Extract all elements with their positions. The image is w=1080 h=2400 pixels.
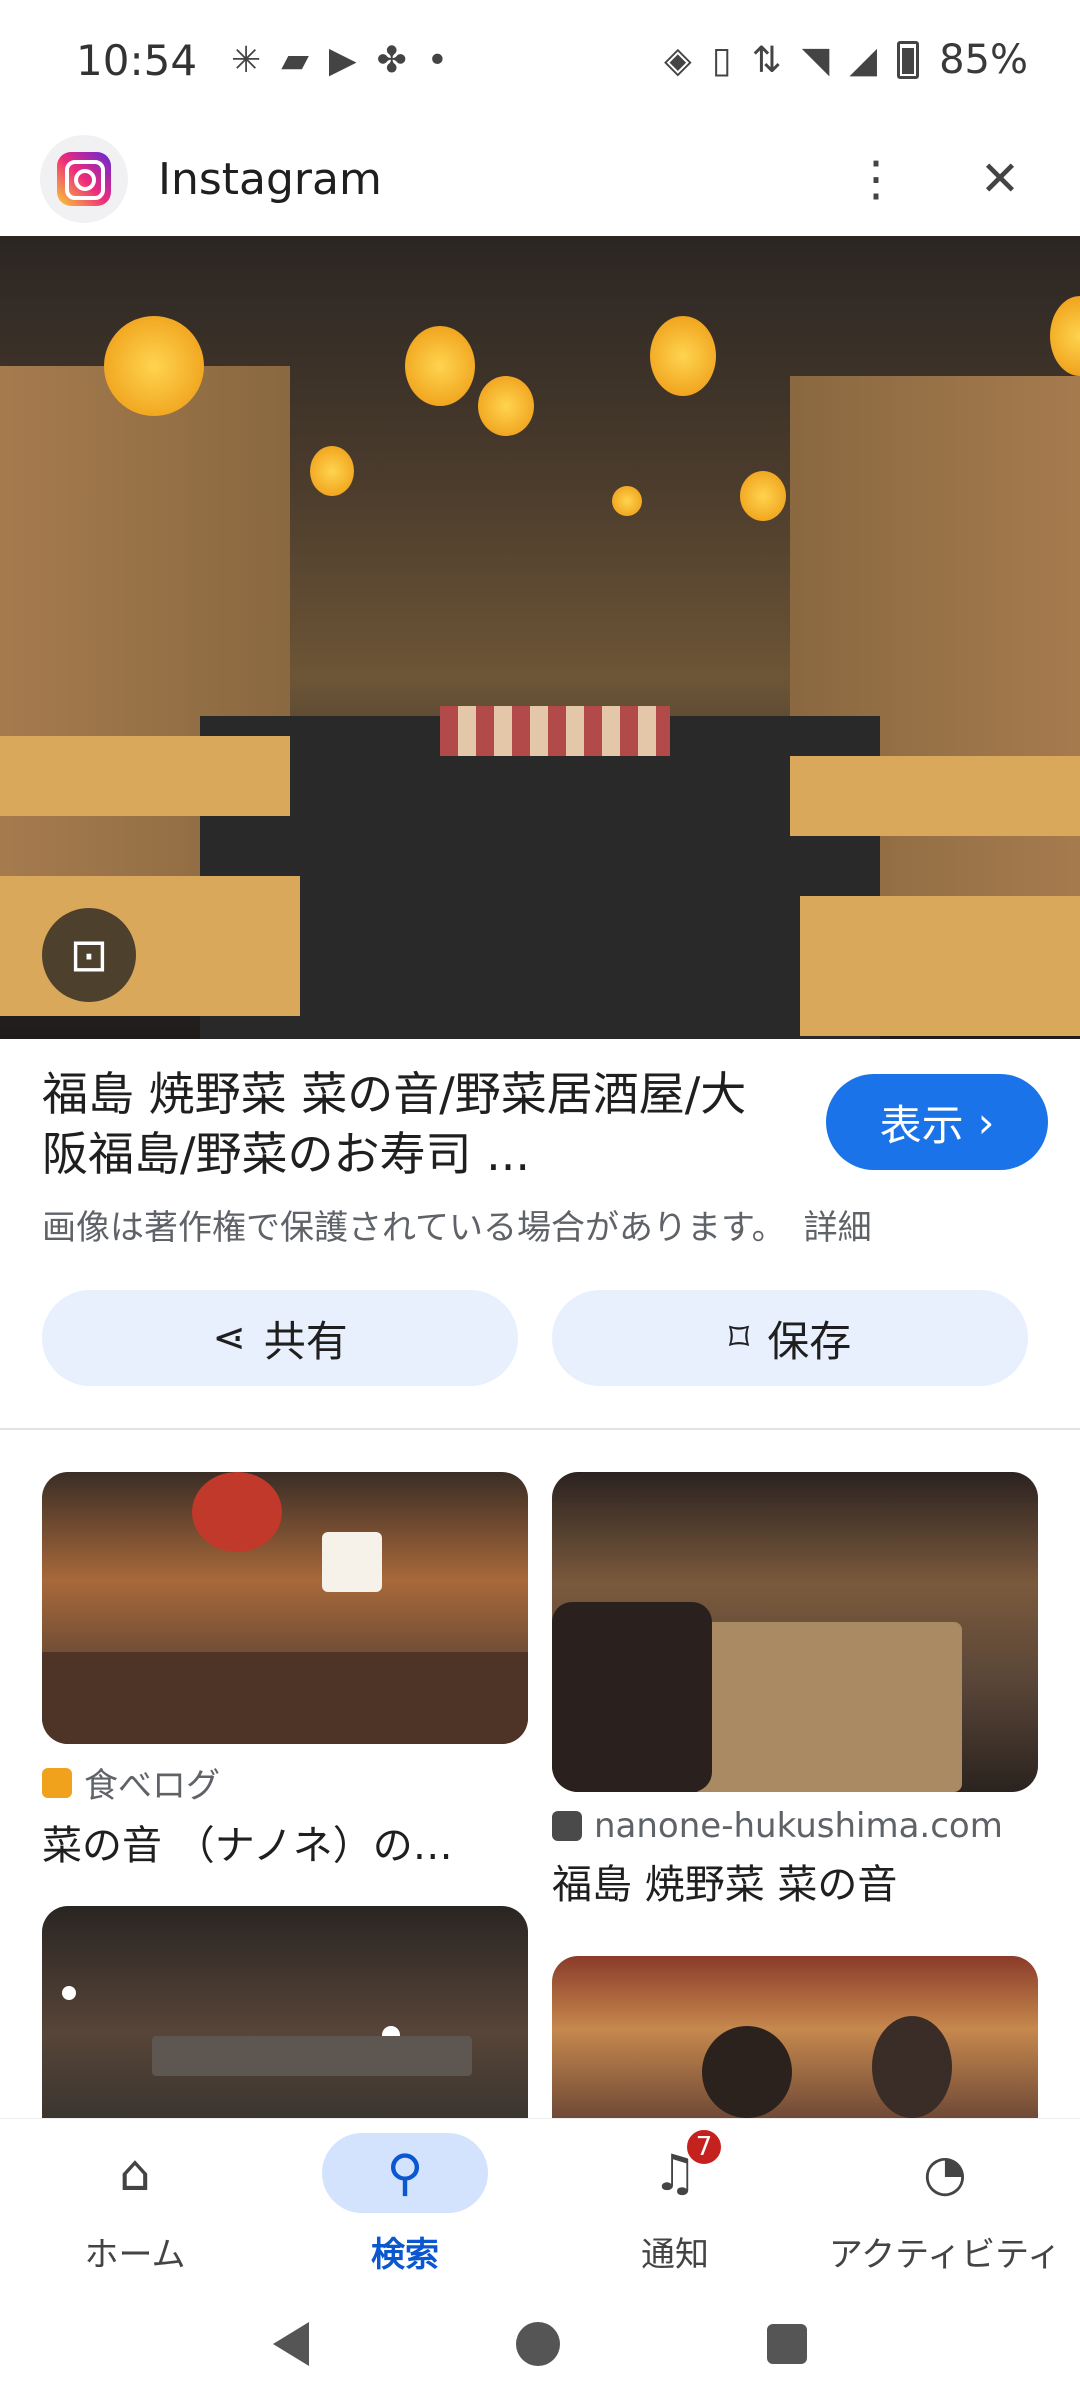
result-title-row: 福島 焼野菜 菜の音/野菜居酒屋/大阪福島/野菜のお寿司 ... 表示 › [42,1064,1048,1184]
close-icon[interactable]: ✕ [960,139,1040,219]
image-sign [322,1532,382,1592]
image-crowd [42,1652,528,1744]
chevron-right-icon: › [977,1097,995,1147]
app-notification-icon: ▰ [281,39,309,81]
status-right: ◈ ▯ ⇅ ◥ ◢ 85% [664,37,1028,83]
image-floor [200,716,880,1039]
back-icon[interactable] [273,2322,310,2366]
site-favicon-icon [552,1811,582,1841]
youtube-icon: ▶ [328,39,357,81]
related-title[interactable]: 菜の音 （ナノネ）の… [42,1813,528,1871]
nav-pill-active: ⚲ [322,2133,488,2213]
nav-notifications[interactable]: ♫ 7 通知 [540,2119,810,2288]
data-arrows-icon: ⇅ [751,39,782,81]
copyright-notice: 画像は著作権で保護されている場合があります。 詳細 [42,1200,872,1249]
home-icon: ⌂ [119,2144,151,2202]
image-bench [800,896,1080,1036]
status-time: 10:54 [76,35,198,85]
image-lantern [612,486,642,516]
image-person [872,2016,952,2118]
header-title: Instagram [158,153,382,205]
related-thumbnail[interactable] [42,1906,528,2118]
image-lantern [740,471,786,521]
image-table [692,1622,962,1792]
nav-search[interactable]: ⚲ 検索 [270,2119,540,2288]
vibrate-icon: ▯ [711,39,732,81]
related-card[interactable] [42,1906,528,2118]
image-person [702,2026,792,2118]
pinwheel-icon: ✳ [231,39,262,81]
nfc-icon: ◈ [664,39,692,81]
copyright-text: 画像は著作権で保護されている場合があります。 [42,1208,786,1248]
home-button-icon[interactable] [515,2322,560,2366]
clover-icon: ✤ [376,39,407,81]
share-button[interactable]: ⋖ 共有 [42,1290,518,1386]
battery-level: 85% [939,37,1028,83]
notification-badge: 7 [684,2127,724,2167]
related-title[interactable]: 福島 焼野菜 菜の音 [552,1852,1038,1910]
share-icon: ⋖ [212,1315,246,1361]
nav-home[interactable]: ⌂ ホーム [0,2119,270,2288]
page: 10:54 ✳ ▰ ▶ ✤ • ◈ ▯ ⇅ ◥ ◢ 85% Instagram … [0,0,1080,2400]
image-light [62,1986,76,2000]
details-link[interactable]: 詳細 [804,1208,872,1248]
activity-history-icon: ◔ [923,2144,967,2202]
related-source-name: 食べログ [84,1766,220,1806]
recents-icon[interactable] [766,2324,807,2364]
nav-label-activity: アクティビティ [828,2235,1062,2275]
divider [0,1428,1080,1430]
related-thumbnail[interactable] [552,1956,1038,2118]
result-title[interactable]: 福島 焼野菜 菜の音/野菜居酒屋/大阪福島/野菜のお寿司 ... [42,1064,782,1184]
instagram-logo-icon [40,135,128,223]
tabelog-icon [42,1767,72,1798]
related-thumbnail[interactable] [42,1472,528,1744]
visit-button[interactable]: 表示 › [826,1074,1048,1170]
lens-search-icon[interactable]: ⊡ [42,908,136,1002]
nav-label-home: ホーム [84,2235,186,2275]
result-image[interactable] [0,236,1080,1039]
save-button-label: 保存 [767,1316,852,1366]
battery-icon [897,41,920,79]
nav-pill: ⌂ [52,2133,218,2213]
nav-label-notifications: 通知 [641,2235,709,2275]
related-source: nanone-hukushima.com [552,1806,1038,1846]
image-bench [0,736,290,816]
nav-activity[interactable]: ◔ アクティビティ [810,2119,1080,2288]
related-card[interactable]: 食べログ 菜の音 （ナノネ）の… [42,1472,528,1871]
image-lantern [650,316,716,396]
related-thumbnail[interactable] [552,1472,1038,1792]
status-bar: 10:54 ✳ ▰ ▶ ✤ • ◈ ▯ ⇅ ◥ ◢ 85% [0,0,1080,120]
status-left: 10:54 ✳ ▰ ▶ ✤ • [76,36,448,85]
image-sign [152,2036,472,2076]
image-lantern [104,316,204,416]
related-source: 食べログ [42,1758,528,1807]
image-person [552,1602,712,1792]
signal-icon: ◢ [849,39,878,81]
nav-label-search: 検索 [371,2235,439,2275]
related-card[interactable]: nanone-hukushima.com 福島 焼野菜 菜の音 [552,1472,1038,1910]
bookmark-icon: ⌑ [728,1315,750,1361]
app-header: Instagram ⋮ ✕ [0,120,1080,238]
nav-pill: ♫ 7 [592,2127,758,2213]
related-source-name: nanone-hukushima.com [594,1806,1003,1846]
bottom-navigation: ⌂ ホーム ⚲ 検索 ♫ 7 通知 ◔ アクティビティ [0,2118,1080,2288]
image-lantern [405,326,475,406]
image-lantern [1050,296,1080,376]
save-button[interactable]: ⌑ 保存 [552,1290,1028,1386]
system-navigation [0,2288,1080,2400]
related-card[interactable] [552,1956,1038,2118]
share-button-label: 共有 [263,1316,348,1366]
image-lantern [192,1472,282,1552]
image-bench [790,756,1080,836]
image-lantern [478,376,534,436]
image-table [440,706,670,756]
more-vert-icon[interactable]: ⋮ [836,139,916,219]
visit-button-label: 表示 [879,1100,964,1150]
dot-icon: • [426,39,448,81]
nav-pill: ◔ [862,2133,1028,2213]
image-lantern [310,446,354,496]
wifi-icon: ◥ [801,39,830,81]
search-icon: ⚲ [386,2144,424,2202]
